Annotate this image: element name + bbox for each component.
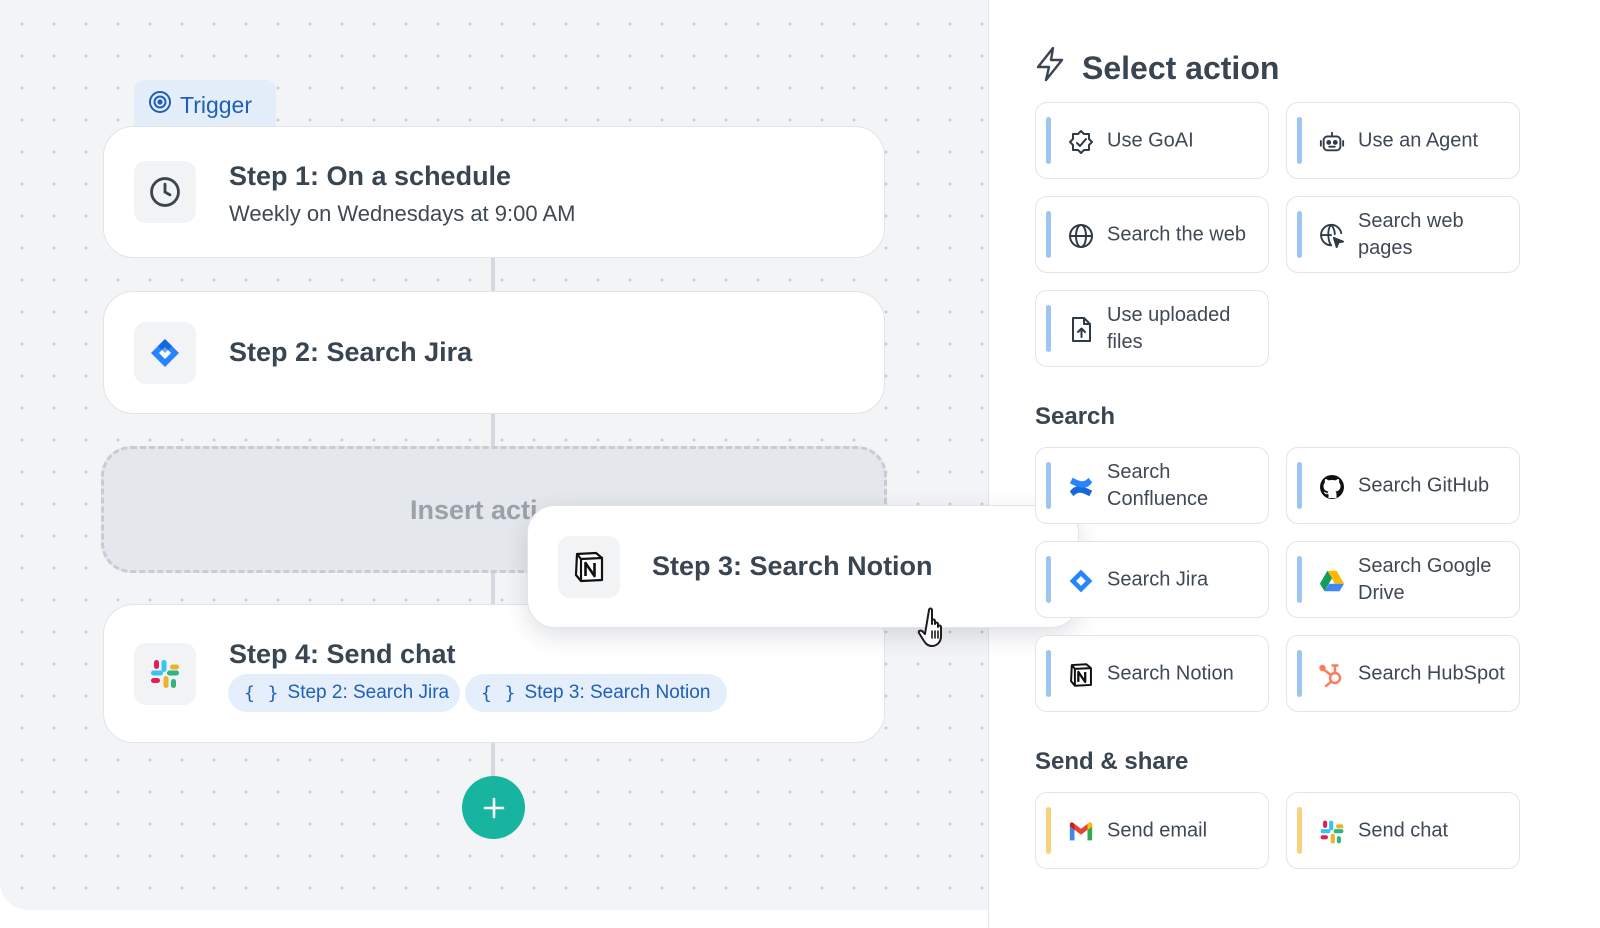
action-search-jira[interactable]: Search Jira — [1035, 541, 1269, 618]
hand-pointer-cursor-icon — [917, 606, 954, 653]
action-label: Search Jira — [1107, 568, 1209, 590]
action-search-github[interactable]: Search GitHub — [1286, 447, 1520, 524]
action-label: Send chat — [1358, 819, 1449, 841]
section-label-send-share: Send & share — [1035, 748, 1189, 775]
notion-icon — [1068, 662, 1094, 688]
step-4-title: Step 4: Send chat — [229, 639, 456, 669]
add-step-button[interactable] — [462, 776, 525, 839]
connector-line — [491, 257, 495, 292]
action-label: Search Google Drive — [1358, 554, 1492, 604]
gmail-icon — [1068, 819, 1094, 845]
action-label: Search Confluence — [1107, 460, 1209, 510]
step-1-title: Step 1: On a schedule — [229, 161, 512, 191]
variable-chip-step-3[interactable]: { } Step 3: Search Notion — [465, 674, 727, 712]
connector-line — [491, 572, 495, 606]
action-label: Send email — [1107, 819, 1208, 841]
action-search-confluence[interactable]: Search Confluence — [1035, 447, 1269, 524]
lightning-icon — [1034, 46, 1066, 90]
dragging-step-card[interactable]: Step 3: Search Notion — [527, 505, 1079, 628]
plus-icon — [483, 797, 504, 818]
jira-icon — [134, 322, 196, 384]
step-card-1[interactable]: Step 1: On a schedule Weekly on Wednesda… — [103, 126, 885, 258]
panel-divider — [988, 0, 989, 928]
goai-icon — [1068, 129, 1094, 155]
trigger-tab: Trigger — [134, 80, 276, 130]
chip-label: Step 2: Search Jira — [287, 682, 450, 703]
action-search-notion[interactable]: Search Notion — [1035, 635, 1269, 712]
action-label: Use GoAI — [1107, 129, 1194, 151]
connector-line — [491, 742, 495, 778]
step-card-2[interactable]: Step 2: Search Jira — [103, 291, 885, 414]
braces-icon: { } — [481, 682, 517, 704]
hubspot-icon — [1319, 662, 1345, 688]
action-label: Search web pages — [1358, 209, 1464, 259]
action-use-agent[interactable]: Use an Agent — [1286, 102, 1520, 179]
step-2-title: Step 2: Search Jira — [229, 337, 473, 367]
target-icon — [148, 90, 172, 120]
action-label: Search Notion — [1107, 662, 1234, 684]
action-search-web-pages[interactable]: Search web pages — [1286, 196, 1520, 273]
action-use-uploaded-files[interactable]: Use uploaded files — [1035, 290, 1269, 367]
action-send-chat[interactable]: Send chat — [1286, 792, 1520, 869]
confluence-icon — [1068, 474, 1094, 500]
clock-icon — [134, 161, 196, 223]
variable-chip-step-2[interactable]: { } Step 2: Search Jira — [228, 674, 460, 712]
action-send-email[interactable]: Send email — [1035, 792, 1269, 869]
github-icon — [1319, 474, 1345, 500]
action-label: Use uploaded files — [1107, 303, 1231, 353]
action-label: Search GitHub — [1358, 474, 1490, 496]
action-use-goai[interactable]: Use GoAI — [1035, 102, 1269, 179]
action-search-google-drive[interactable]: Search Google Drive — [1286, 541, 1520, 618]
chip-label: Step 3: Search Notion — [524, 682, 711, 703]
connector-line — [491, 413, 495, 447]
insert-action-label: Insert acti — [410, 495, 538, 525]
file-upload-icon — [1068, 317, 1094, 343]
action-label: Use an Agent — [1358, 129, 1479, 151]
slack-icon — [1319, 819, 1345, 845]
google-drive-icon — [1319, 568, 1345, 594]
action-label: Search HubSpot — [1358, 662, 1505, 684]
step-1-subtitle: Weekly on Wednesdays at 9:00 AM — [229, 201, 576, 226]
panel-title-text: Select action — [1082, 49, 1280, 86]
notion-icon — [558, 536, 620, 598]
web-pages-icon — [1319, 223, 1345, 249]
action-search-web[interactable]: Search the web — [1035, 196, 1269, 273]
braces-icon: { } — [244, 682, 280, 704]
trigger-label: Trigger — [180, 91, 252, 118]
globe-icon — [1068, 223, 1094, 249]
jira-icon — [1068, 568, 1094, 594]
slack-icon — [134, 643, 196, 705]
action-search-hubspot[interactable]: Search HubSpot — [1286, 635, 1520, 712]
panel-title: Select action — [1034, 46, 1279, 90]
action-label: Search the web — [1107, 223, 1246, 245]
section-label-search: Search — [1035, 403, 1116, 430]
dragging-step-title: Step 3: Search Notion — [652, 551, 933, 581]
robot-icon — [1319, 129, 1345, 155]
